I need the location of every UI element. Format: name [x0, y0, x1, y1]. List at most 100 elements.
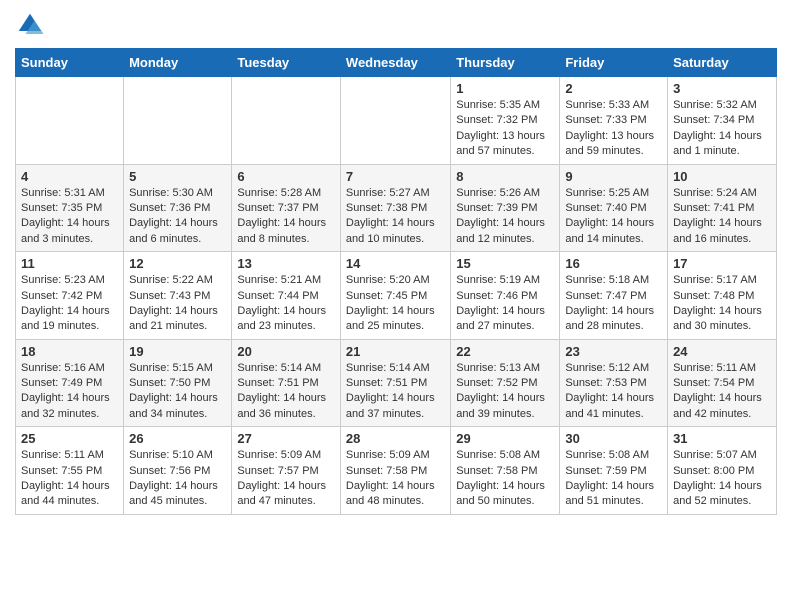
cell-text: Sunset: 7:40 PM	[565, 201, 662, 216]
calendar-cell: 6Sunrise: 5:28 AMSunset: 7:37 PMDaylight…	[232, 164, 341, 252]
calendar-cell: 5Sunrise: 5:30 AMSunset: 7:36 PMDaylight…	[124, 164, 232, 252]
cell-text: Sunset: 7:39 PM	[456, 201, 554, 216]
day-header-friday: Friday	[560, 49, 668, 77]
calendar-cell: 3Sunrise: 5:32 AMSunset: 7:34 PMDaylight…	[668, 77, 777, 165]
day-header-monday: Monday	[124, 49, 232, 77]
cell-text: Daylight: 14 hours and 28 minutes.	[565, 304, 662, 335]
cell-text: Sunset: 7:54 PM	[673, 376, 771, 391]
day-number: 12	[129, 256, 226, 271]
day-number: 7	[346, 169, 445, 184]
calendar-cell: 24Sunrise: 5:11 AMSunset: 7:54 PMDayligh…	[668, 339, 777, 427]
cell-text: Daylight: 14 hours and 52 minutes.	[673, 479, 771, 510]
cell-text: Sunset: 7:49 PM	[21, 376, 118, 391]
cell-text: Sunset: 7:51 PM	[237, 376, 335, 391]
day-number: 10	[673, 169, 771, 184]
cell-text: Sunset: 7:45 PM	[346, 289, 445, 304]
calendar-cell: 31Sunrise: 5:07 AMSunset: 8:00 PMDayligh…	[668, 427, 777, 515]
logo-icon	[15, 10, 45, 40]
cell-text: Sunrise: 5:30 AM	[129, 186, 226, 201]
cell-text: Daylight: 14 hours and 30 minutes.	[673, 304, 771, 335]
day-number: 26	[129, 431, 226, 446]
calendar-cell: 10Sunrise: 5:24 AMSunset: 7:41 PMDayligh…	[668, 164, 777, 252]
cell-text: Sunrise: 5:27 AM	[346, 186, 445, 201]
calendar-cell: 14Sunrise: 5:20 AMSunset: 7:45 PMDayligh…	[340, 252, 450, 340]
day-number: 31	[673, 431, 771, 446]
cell-text: Daylight: 13 hours and 57 minutes.	[456, 129, 554, 160]
cell-text: Daylight: 14 hours and 48 minutes.	[346, 479, 445, 510]
calendar-cell	[232, 77, 341, 165]
cell-text: Daylight: 14 hours and 50 minutes.	[456, 479, 554, 510]
header	[15, 10, 777, 40]
cell-text: Daylight: 14 hours and 14 minutes.	[565, 216, 662, 247]
day-number: 9	[565, 169, 662, 184]
cell-text: Sunset: 7:48 PM	[673, 289, 771, 304]
calendar-week-5: 25Sunrise: 5:11 AMSunset: 7:55 PMDayligh…	[16, 427, 777, 515]
day-number: 23	[565, 344, 662, 359]
calendar-cell: 12Sunrise: 5:22 AMSunset: 7:43 PMDayligh…	[124, 252, 232, 340]
day-number: 25	[21, 431, 118, 446]
calendar-week-3: 11Sunrise: 5:23 AMSunset: 7:42 PMDayligh…	[16, 252, 777, 340]
calendar-cell: 13Sunrise: 5:21 AMSunset: 7:44 PMDayligh…	[232, 252, 341, 340]
calendar-cell: 18Sunrise: 5:16 AMSunset: 7:49 PMDayligh…	[16, 339, 124, 427]
cell-text: Sunrise: 5:35 AM	[456, 98, 554, 113]
cell-text: Sunrise: 5:33 AM	[565, 98, 662, 113]
calendar-cell: 17Sunrise: 5:17 AMSunset: 7:48 PMDayligh…	[668, 252, 777, 340]
day-number: 1	[456, 81, 554, 96]
day-number: 4	[21, 169, 118, 184]
cell-text: Sunrise: 5:21 AM	[237, 273, 335, 288]
cell-text: Sunrise: 5:23 AM	[21, 273, 118, 288]
cell-text: Daylight: 14 hours and 27 minutes.	[456, 304, 554, 335]
cell-text: Sunset: 8:00 PM	[673, 464, 771, 479]
cell-text: Sunrise: 5:11 AM	[673, 361, 771, 376]
calendar-cell: 29Sunrise: 5:08 AMSunset: 7:58 PMDayligh…	[451, 427, 560, 515]
day-number: 21	[346, 344, 445, 359]
calendar-week-1: 1Sunrise: 5:35 AMSunset: 7:32 PMDaylight…	[16, 77, 777, 165]
cell-text: Sunset: 7:41 PM	[673, 201, 771, 216]
cell-text: Daylight: 13 hours and 59 minutes.	[565, 129, 662, 160]
day-number: 24	[673, 344, 771, 359]
cell-text: Daylight: 14 hours and 36 minutes.	[237, 391, 335, 422]
day-number: 22	[456, 344, 554, 359]
page: SundayMondayTuesdayWednesdayThursdayFrid…	[0, 0, 792, 525]
day-number: 16	[565, 256, 662, 271]
cell-text: Sunset: 7:50 PM	[129, 376, 226, 391]
cell-text: Daylight: 14 hours and 21 minutes.	[129, 304, 226, 335]
cell-text: Sunrise: 5:08 AM	[456, 448, 554, 463]
day-number: 6	[237, 169, 335, 184]
cell-text: Sunset: 7:58 PM	[346, 464, 445, 479]
cell-text: Daylight: 14 hours and 1 minute.	[673, 129, 771, 160]
day-number: 13	[237, 256, 335, 271]
cell-text: Sunset: 7:59 PM	[565, 464, 662, 479]
day-number: 3	[673, 81, 771, 96]
day-number: 14	[346, 256, 445, 271]
cell-text: Sunset: 7:51 PM	[346, 376, 445, 391]
day-header-saturday: Saturday	[668, 49, 777, 77]
calendar-cell: 25Sunrise: 5:11 AMSunset: 7:55 PMDayligh…	[16, 427, 124, 515]
cell-text: Sunrise: 5:32 AM	[673, 98, 771, 113]
cell-text: Sunrise: 5:14 AM	[237, 361, 335, 376]
cell-text: Sunrise: 5:19 AM	[456, 273, 554, 288]
cell-text: Daylight: 14 hours and 8 minutes.	[237, 216, 335, 247]
day-number: 18	[21, 344, 118, 359]
calendar-cell: 30Sunrise: 5:08 AMSunset: 7:59 PMDayligh…	[560, 427, 668, 515]
calendar-cell: 23Sunrise: 5:12 AMSunset: 7:53 PMDayligh…	[560, 339, 668, 427]
cell-text: Sunrise: 5:31 AM	[21, 186, 118, 201]
calendar-cell: 21Sunrise: 5:14 AMSunset: 7:51 PMDayligh…	[340, 339, 450, 427]
cell-text: Daylight: 14 hours and 32 minutes.	[21, 391, 118, 422]
cell-text: Sunrise: 5:28 AM	[237, 186, 335, 201]
calendar-week-4: 18Sunrise: 5:16 AMSunset: 7:49 PMDayligh…	[16, 339, 777, 427]
day-number: 5	[129, 169, 226, 184]
calendar-header-row: SundayMondayTuesdayWednesdayThursdayFrid…	[16, 49, 777, 77]
calendar-cell: 16Sunrise: 5:18 AMSunset: 7:47 PMDayligh…	[560, 252, 668, 340]
day-number: 8	[456, 169, 554, 184]
cell-text: Daylight: 14 hours and 45 minutes.	[129, 479, 226, 510]
day-number: 2	[565, 81, 662, 96]
cell-text: Daylight: 14 hours and 37 minutes.	[346, 391, 445, 422]
calendar-week-2: 4Sunrise: 5:31 AMSunset: 7:35 PMDaylight…	[16, 164, 777, 252]
cell-text: Sunrise: 5:25 AM	[565, 186, 662, 201]
cell-text: Sunrise: 5:09 AM	[237, 448, 335, 463]
cell-text: Daylight: 14 hours and 44 minutes.	[21, 479, 118, 510]
calendar-cell: 19Sunrise: 5:15 AMSunset: 7:50 PMDayligh…	[124, 339, 232, 427]
day-number: 29	[456, 431, 554, 446]
calendar-cell: 20Sunrise: 5:14 AMSunset: 7:51 PMDayligh…	[232, 339, 341, 427]
